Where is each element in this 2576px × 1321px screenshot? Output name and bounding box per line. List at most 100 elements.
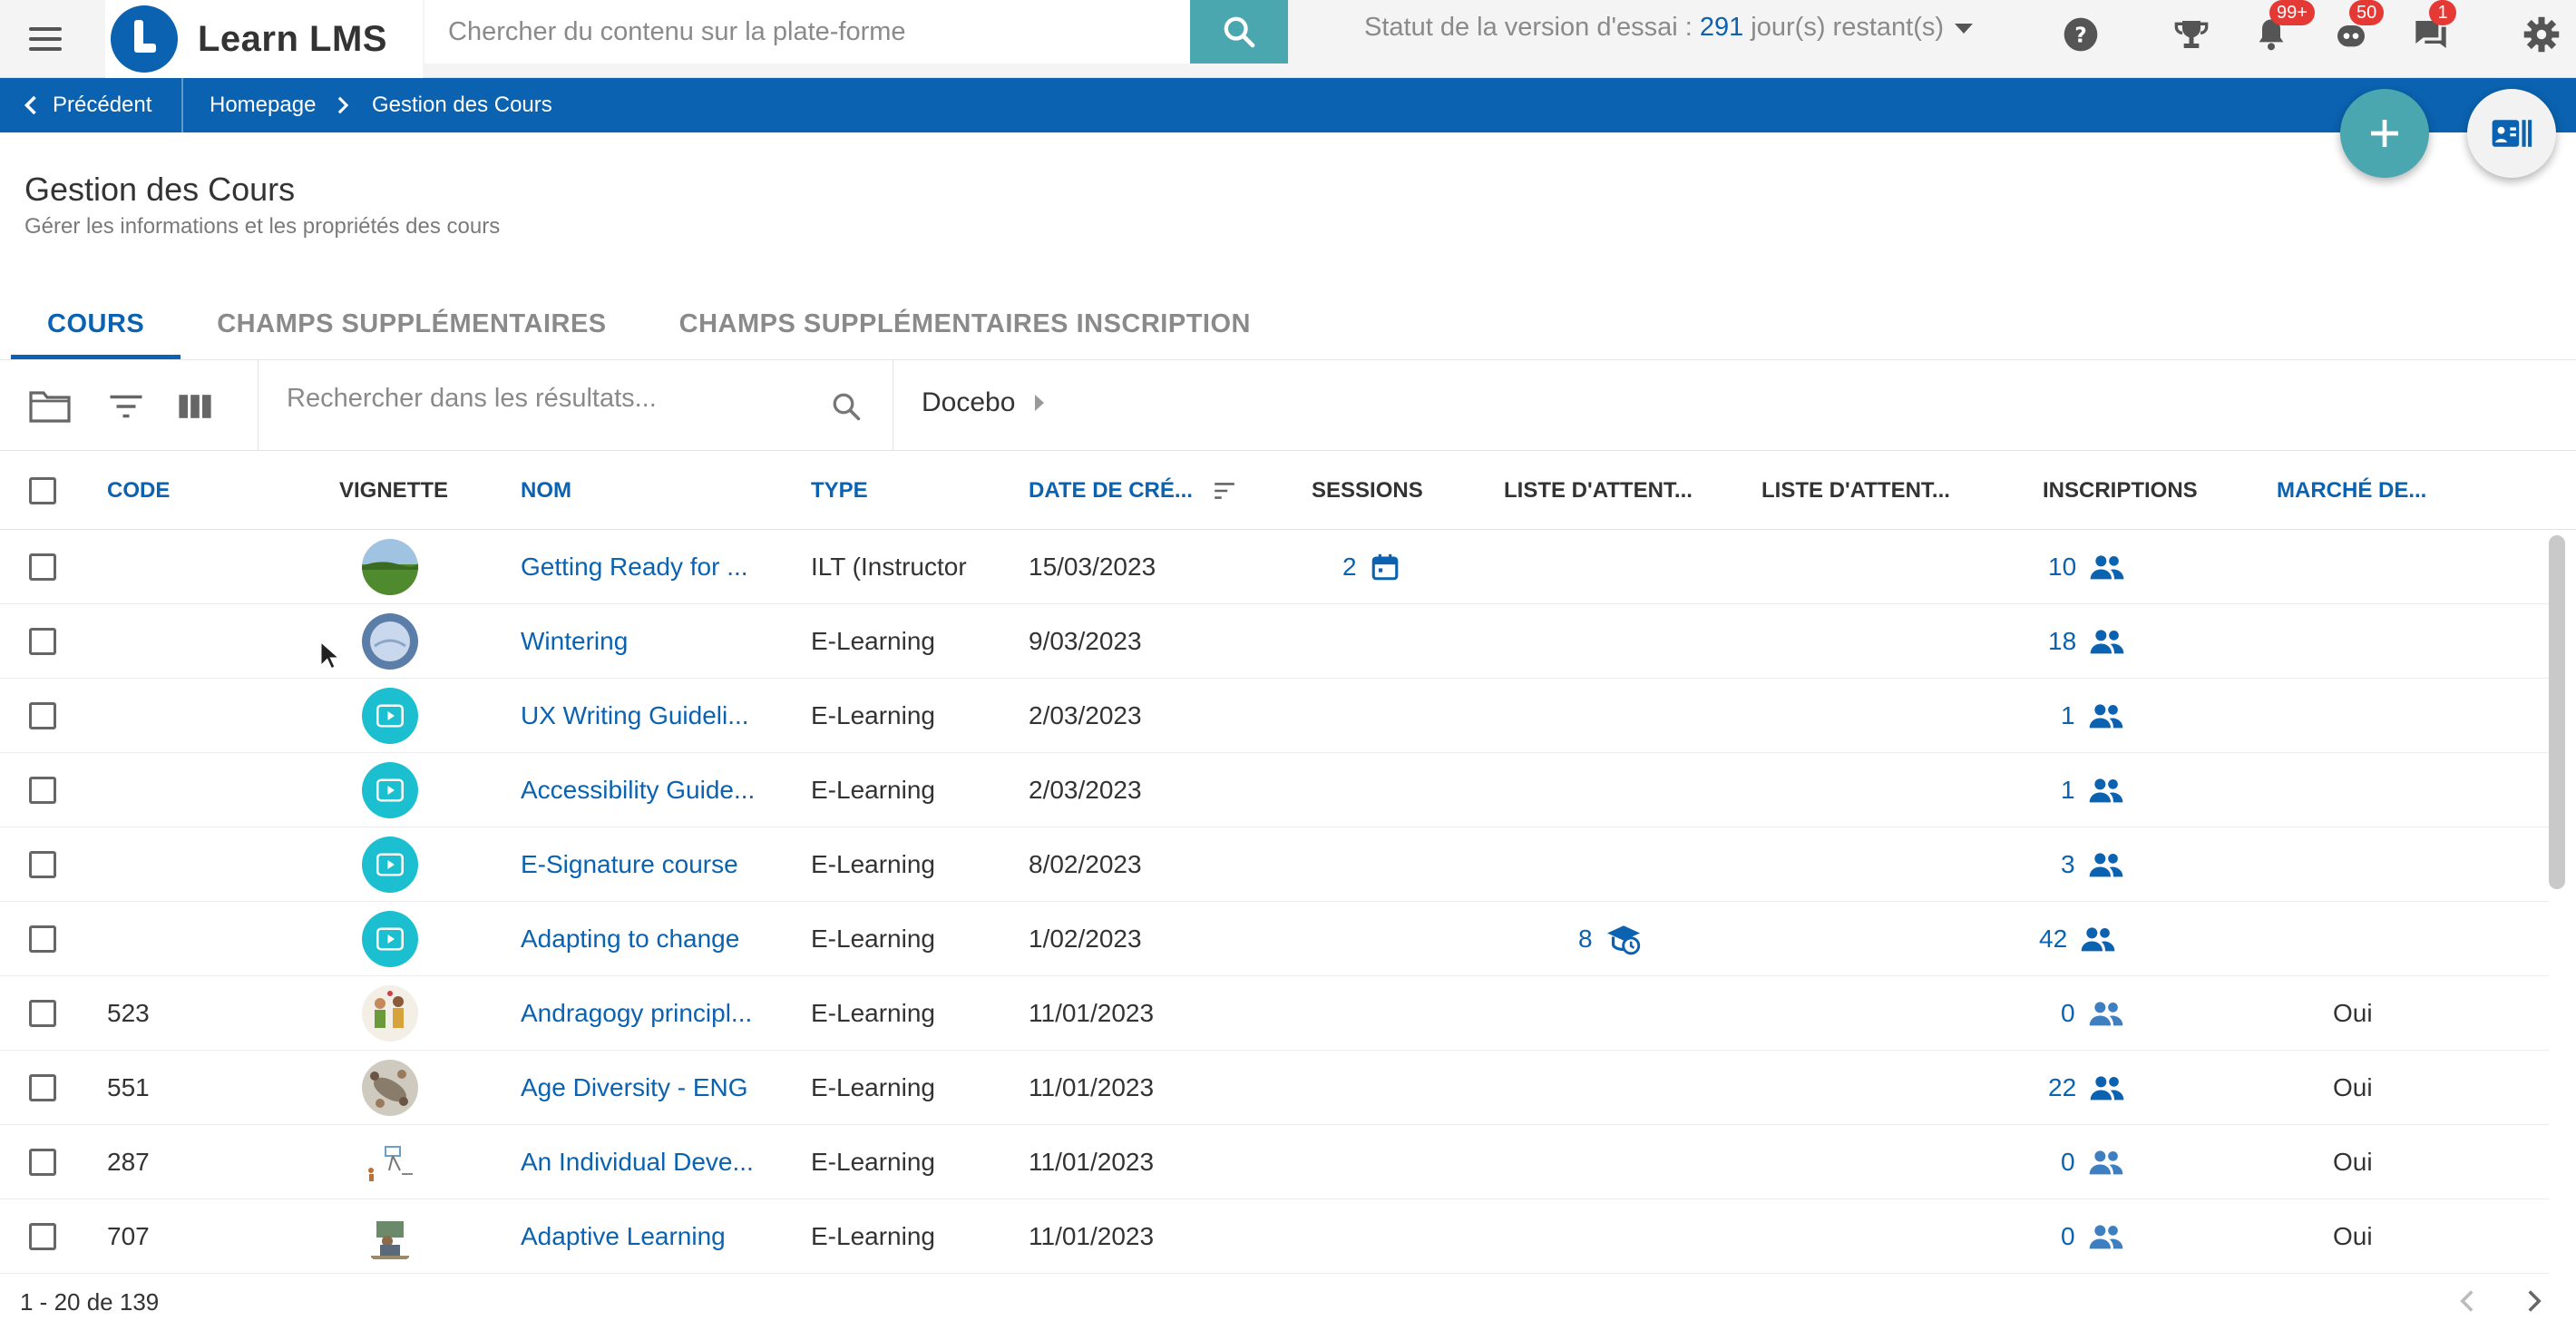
table-row[interactable]: Accessibility Guide... E-Learning 2/03/2… xyxy=(0,753,2549,827)
tab-enrollment-additional-fields[interactable]: CHAMPS SUPPLÉMENTAIRES INSCRIPTION xyxy=(643,289,1287,359)
row-checkbox[interactable] xyxy=(29,851,56,878)
folder-button[interactable] xyxy=(27,384,73,429)
row-checkbox[interactable] xyxy=(29,925,56,953)
sessions-link[interactable]: 2 xyxy=(1342,530,1400,604)
filter-button[interactable] xyxy=(103,384,149,429)
checkbox[interactable] xyxy=(29,477,56,504)
enrollments-link[interactable]: 0 xyxy=(2061,1199,2124,1274)
results-search-button[interactable] xyxy=(824,384,869,429)
cell-type: ILT (Instructor xyxy=(811,553,967,581)
enrollments-link[interactable]: 1 xyxy=(2061,679,2124,753)
cell-date: 2/03/2023 xyxy=(1029,701,1142,729)
course-name-link[interactable]: Age Diversity - ENG xyxy=(521,1051,748,1125)
row-checkbox[interactable] xyxy=(29,702,56,729)
search-icon xyxy=(1224,16,1255,48)
plus-icon xyxy=(2371,120,2398,147)
settings-button[interactable] xyxy=(2520,13,2563,56)
column-header-type[interactable]: TYPE xyxy=(811,452,868,530)
video-play-icon xyxy=(362,688,418,744)
results-search-input[interactable]: Rechercher dans les résultats... xyxy=(287,384,657,414)
row-checkbox[interactable] xyxy=(29,1074,56,1101)
course-name-link[interactable]: Getting Ready for ... xyxy=(521,530,748,604)
notifications-button[interactable]: 99+ xyxy=(2249,0,2315,56)
cell-type: E-Learning xyxy=(811,999,935,1027)
row-checkbox[interactable] xyxy=(29,553,56,581)
cell-type: E-Learning xyxy=(811,1148,935,1176)
course-name-link[interactable]: UX Writing Guideli... xyxy=(521,679,749,753)
enrollments-link[interactable]: 1 xyxy=(2061,753,2124,827)
course-name-link[interactable]: Accessibility Guide... xyxy=(521,753,755,827)
table-row[interactable]: 523 Andragogy principl... E-Learning 11/… xyxy=(0,976,2549,1051)
tab-additional-fields[interactable]: CHAMPS SUPPLÉMENTAIRES xyxy=(181,289,642,359)
trial-status-dropdown[interactable]: Statut de la version d'essai : 291 jour(… xyxy=(1364,13,1974,43)
add-course-button[interactable] xyxy=(2340,89,2429,178)
column-header-created[interactable]: DATE DE CRÉ... xyxy=(1029,452,1236,530)
enrollments-link[interactable]: 0 xyxy=(2061,976,2124,1051)
cell-type: E-Learning xyxy=(811,776,935,804)
breadcrumb-home-link[interactable]: Homepage xyxy=(210,78,316,132)
help-button[interactable]: ? xyxy=(2059,13,2103,56)
hamburger-menu-icon[interactable] xyxy=(24,20,67,58)
enrollments-link[interactable]: 18 xyxy=(2048,604,2125,679)
enrollments-link[interactable]: 22 xyxy=(2048,1051,2125,1125)
course-name-link[interactable]: Adaptive Learning xyxy=(521,1199,726,1274)
course-name-link[interactable]: Wintering xyxy=(521,604,628,679)
enrollments-link[interactable]: 0 xyxy=(2061,1125,2124,1199)
previous-page-button[interactable] xyxy=(2449,1283,2485,1319)
trial-prefix: Statut de la version d'essai : xyxy=(1364,13,1700,42)
achievements-button[interactable] xyxy=(2170,13,2213,56)
trial-days: 291 xyxy=(1699,13,1744,42)
global-search-button[interactable] xyxy=(1190,0,1288,64)
messages-button[interactable]: 1 xyxy=(2409,0,2456,56)
table-row[interactable]: 707 Adaptive Learning E-Learning 11/01/2… xyxy=(0,1199,2549,1274)
next-page-button[interactable] xyxy=(2516,1283,2552,1319)
enrollments-link[interactable]: 3 xyxy=(2061,827,2124,902)
cell-code: 551 xyxy=(107,1073,150,1101)
table-row[interactable]: 287 An Individual Deve... E-Learning 11/… xyxy=(0,1125,2549,1199)
waitlist-link[interactable]: 8 xyxy=(1578,902,1642,976)
table-scrollbar[interactable] xyxy=(2549,535,2565,889)
enrollments-link[interactable]: 42 xyxy=(2039,902,2116,976)
tab-bar: COURS CHAMPS SUPPLÉMENTAIRES CHAMPS SUPP… xyxy=(11,289,1287,359)
trial-suffix: jour(s) restant(s) xyxy=(1743,13,1945,42)
assistant-button[interactable]: 50 xyxy=(2329,0,2385,56)
course-name-link[interactable]: An Individual Deve... xyxy=(521,1125,754,1199)
tab-courses[interactable]: COURS xyxy=(11,289,181,359)
course-name-link[interactable]: E-Signature course xyxy=(521,827,738,902)
branch-selector[interactable]: Docebo xyxy=(922,387,1045,418)
table-row[interactable]: Adapting to change E-Learning 1/02/2023 … xyxy=(0,902,2549,976)
enrollments-count: 42 xyxy=(2039,925,2068,953)
back-button[interactable]: Précédent xyxy=(22,78,151,132)
logo[interactable]: Learn LMS xyxy=(105,0,423,78)
chevron-right-icon xyxy=(336,78,350,132)
row-checkbox[interactable] xyxy=(29,628,56,655)
table-row[interactable]: 551 Age Diversity - ENG E-Learning 11/01… xyxy=(0,1051,2549,1125)
table-toolbar: Rechercher dans les résultats... Docebo xyxy=(0,360,2576,451)
course-name-link[interactable]: Adapting to change xyxy=(521,902,739,976)
column-header-waitlist-1: LISTE D'ATTENT... xyxy=(1504,478,1693,503)
table-row[interactable]: Wintering E-Learning 9/03/2023 18 xyxy=(0,604,2549,679)
chevron-left-icon xyxy=(24,95,36,115)
catalog-view-button[interactable] xyxy=(2467,89,2556,178)
row-checkbox[interactable] xyxy=(29,1149,56,1176)
users-icon xyxy=(2089,1150,2122,1175)
cell-date: 15/03/2023 xyxy=(1029,553,1156,581)
columns-button[interactable] xyxy=(172,384,218,429)
global-search-input[interactable]: Chercher du contenu sur la plate-forme xyxy=(424,0,1190,64)
select-all-checkbox[interactable] xyxy=(29,452,56,530)
row-checkbox[interactable] xyxy=(29,777,56,804)
table-row[interactable]: Getting Ready for ... ILT (Instructor 15… xyxy=(0,530,2549,604)
table-row[interactable]: E-Signature course E-Learning 8/02/2023 … xyxy=(0,827,2549,902)
row-checkbox[interactable] xyxy=(29,1223,56,1250)
enrollments-link[interactable]: 10 xyxy=(2048,530,2125,604)
column-header-code[interactable]: CODE xyxy=(107,452,170,530)
desk-thumbnail-icon xyxy=(362,1208,418,1265)
table-row[interactable]: UX Writing Guideli... E-Learning 2/03/20… xyxy=(0,679,2549,753)
row-checkbox[interactable] xyxy=(29,1000,56,1027)
column-header-enrollments: INSCRIPTIONS xyxy=(2043,478,2198,503)
column-header-marketplace[interactable]: MARCHÉ DE... xyxy=(2277,452,2426,530)
cell-type: E-Learning xyxy=(811,850,935,878)
cell-marketplace: Oui xyxy=(2333,999,2373,1027)
column-header-name[interactable]: NOM xyxy=(521,452,571,530)
course-name-link[interactable]: Andragogy principl... xyxy=(521,976,752,1051)
